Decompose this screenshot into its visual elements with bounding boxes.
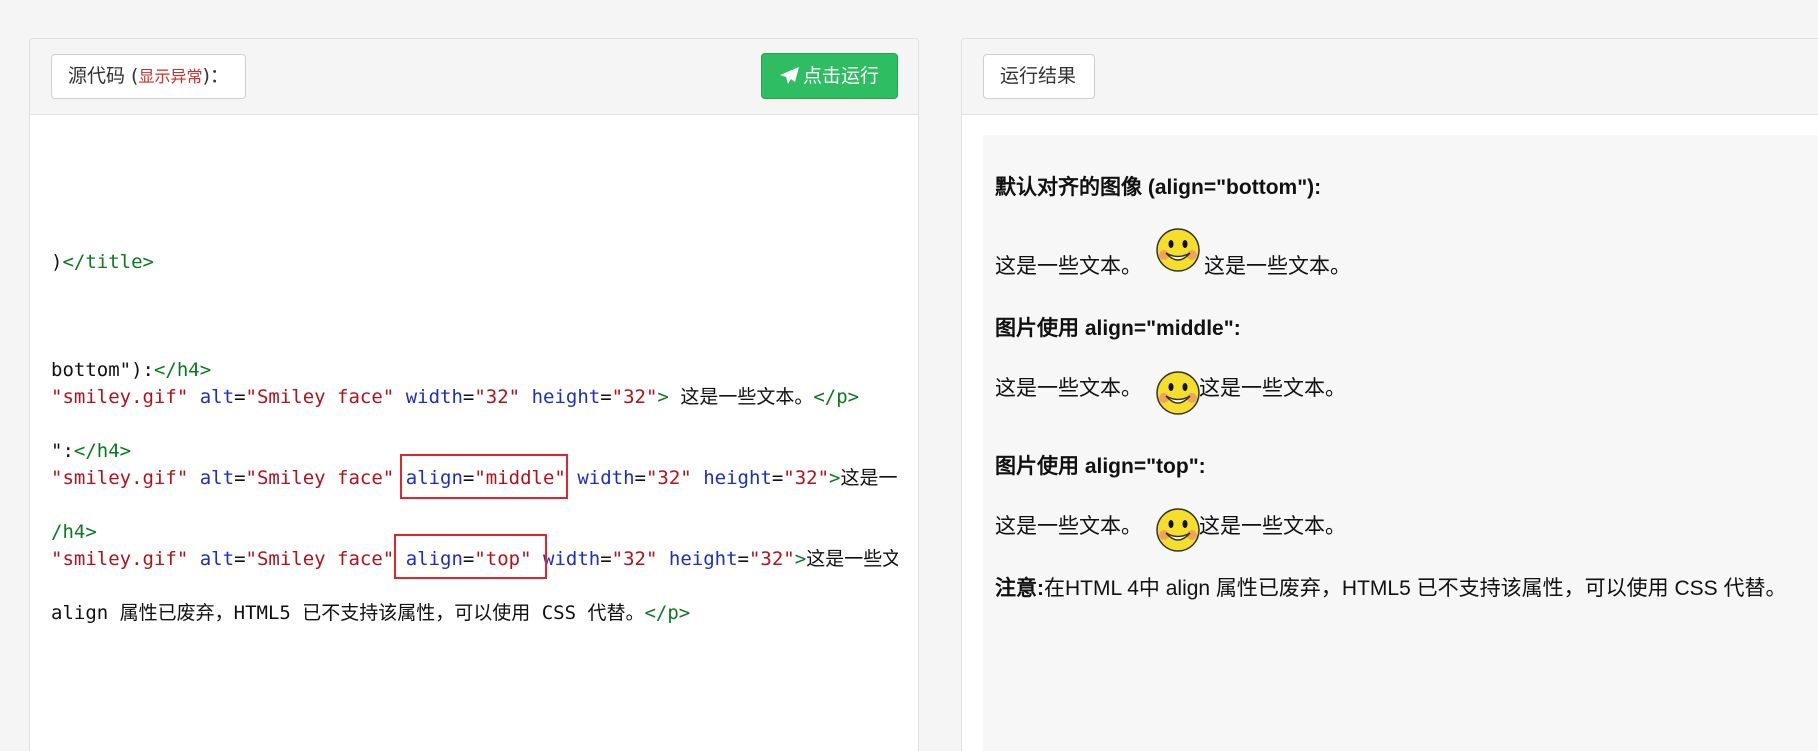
code-line: bottom"):</h4> [51,358,211,382]
code-attribute: alt [199,467,235,489]
code-text: = [234,386,246,408]
code-tag: </p> [813,386,860,408]
source-label-suffix: )： [202,65,229,87]
text-after-image: 这是一些文本。 [1204,255,1351,278]
result-header: 运行结果 [962,39,1818,115]
code-text: = [634,467,646,489]
code-text: ": [51,440,74,462]
code-line: align 属性已废弃，HTML5 已不支持该属性，可以使用 CSS 代替。</… [51,601,690,625]
text-before-image: 这是一些文本。 [995,515,1142,538]
source-code-header: 源代码 (显示异常)： 点击运行 [30,39,918,115]
code-tag: /h4> [51,521,97,543]
code-line: ":</h4> [51,439,131,463]
code-attribute: width [543,548,601,570]
code-text: align 属性已废弃，HTML5 已不支持该属性，可以使用 CSS 代替。 [51,602,645,624]
align-top-highlight [394,534,547,579]
code-text: = [600,548,612,570]
code-value: "32" [474,386,521,408]
paper-plane-icon [779,67,799,84]
code-text: ) [51,251,63,273]
code-attribute: width [577,467,635,489]
code-attribute: height [668,548,738,570]
text-before-image: 这是一些文本。 [995,255,1142,278]
code-value: "32" [611,548,658,570]
code-line: "smiley.gif" alt="Smiley face" width="32… [51,385,859,409]
code-text: = [234,467,246,489]
code-line: )</title> [51,250,154,274]
code-value: "32" [645,467,692,489]
heading-align-middle: 图片使用 align="middle": [995,317,1241,340]
code-text: 这是一些文 [806,548,898,570]
text-after-image: 这是一些文本。 [1199,377,1346,400]
code-text: = [737,548,749,570]
note-text: 在HTML 4中 align 属性已废弃，HTML5 已不支持该属性，可以使用 … [1044,577,1787,600]
code-text: = [234,548,246,570]
text-before-image: 这是一些文本。 [995,377,1142,400]
code-text: = [462,386,475,408]
smiley-face-icon [1156,508,1200,552]
run-button[interactable]: 点击运行 [761,53,898,99]
code-tag: > [657,386,669,408]
result-label: 运行结果 [983,54,1095,99]
code-text: = [600,386,612,408]
source-code-panel: 源代码 (显示异常)： 点击运行 )</title> bottom"):</h4… [29,38,919,751]
run-button-label: 点击运行 [802,65,879,87]
code-tag: > [829,467,841,489]
show-errors-link[interactable]: 显示异常 [138,67,202,86]
code-line: /h4> [51,520,97,544]
heading-align-top: 图片使用 align="top": [995,455,1206,478]
code-editor[interactable]: )</title> bottom"):</h4> "smiley.gif" al… [51,116,898,751]
code-text: bottom"): [51,359,154,381]
code-value: "smiley.gif" [51,386,189,408]
note-label: 注意: [995,577,1044,600]
code-tag: </h4> [153,359,212,381]
code-text: 这是一 [840,467,898,489]
code-attribute: alt [199,548,235,570]
source-code-label: 源代码 (显示异常)： [51,54,246,99]
code-value: "32" [748,548,795,570]
smiley-face-icon [1156,371,1200,415]
code-value: "32" [611,386,658,408]
code-value: "smiley.gif" [51,548,189,570]
code-value: "Smiley face" [245,548,395,570]
code-attribute: width [405,386,463,408]
result-panel: 运行结果 默认对齐的图像 (align="bottom"): 这是一些文本。 这… [961,38,1818,751]
align-middle-highlight [400,454,568,499]
source-label-prefix: 源代码 ( [68,65,139,87]
code-attribute: height [703,467,772,489]
code-attribute: alt [199,386,235,408]
code-value: "Smiley face" [245,386,395,408]
code-attribute: height [531,386,601,408]
code-value: "Smiley face" [245,467,395,489]
deprecation-note: 注意:在HTML 4中 align 属性已废弃，HTML5 已不支持该属性，可以… [995,573,1795,605]
code-tag: > [794,548,807,570]
smiley-face-icon [1156,228,1200,272]
heading-align-bottom: 默认对齐的图像 (align="bottom"): [995,176,1322,199]
text-after-image: 这是一些文本。 [1199,515,1346,538]
code-value: "32" [783,467,830,489]
code-tag: </p> [644,602,691,624]
code-value: "smiley.gif" [51,467,189,489]
code-text: = [771,467,784,489]
result-preview: 默认对齐的图像 (align="bottom"): 这是一些文本。 这是一些文本… [983,135,1818,751]
code-tag: </title> [62,251,154,273]
code-text: 这是一些文本。 [668,386,814,408]
code-tag: </h4> [73,440,132,462]
